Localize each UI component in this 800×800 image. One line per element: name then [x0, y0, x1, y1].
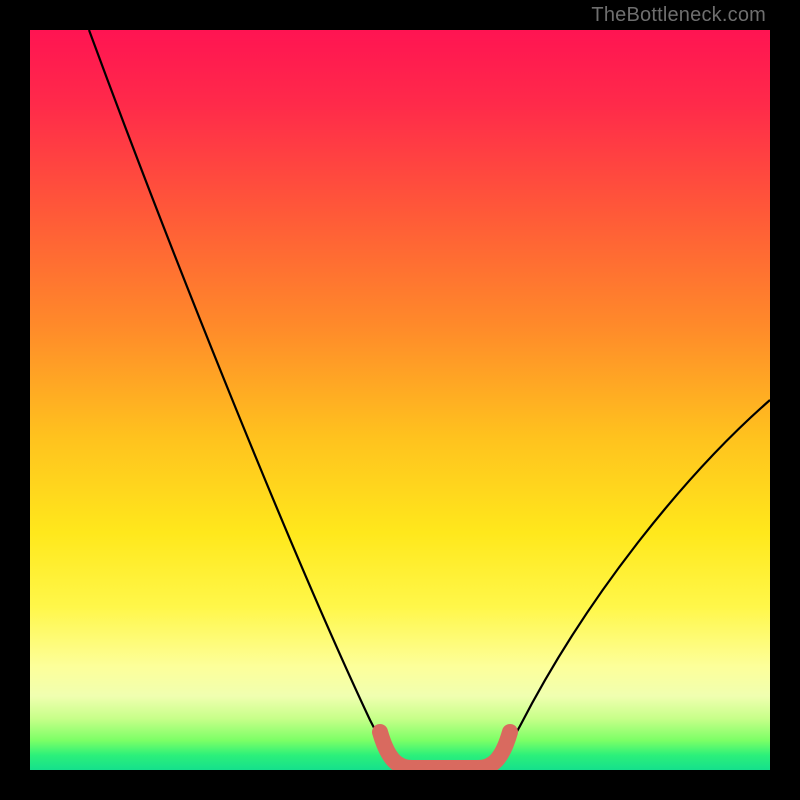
bottleneck-curve-svg — [30, 30, 770, 770]
plot-area — [30, 30, 770, 770]
watermark-text: TheBottleneck.com — [591, 4, 766, 27]
chart-frame: TheBottleneck.com — [0, 0, 800, 800]
bottleneck-curve — [89, 30, 770, 768]
valley-marker — [380, 732, 510, 768]
